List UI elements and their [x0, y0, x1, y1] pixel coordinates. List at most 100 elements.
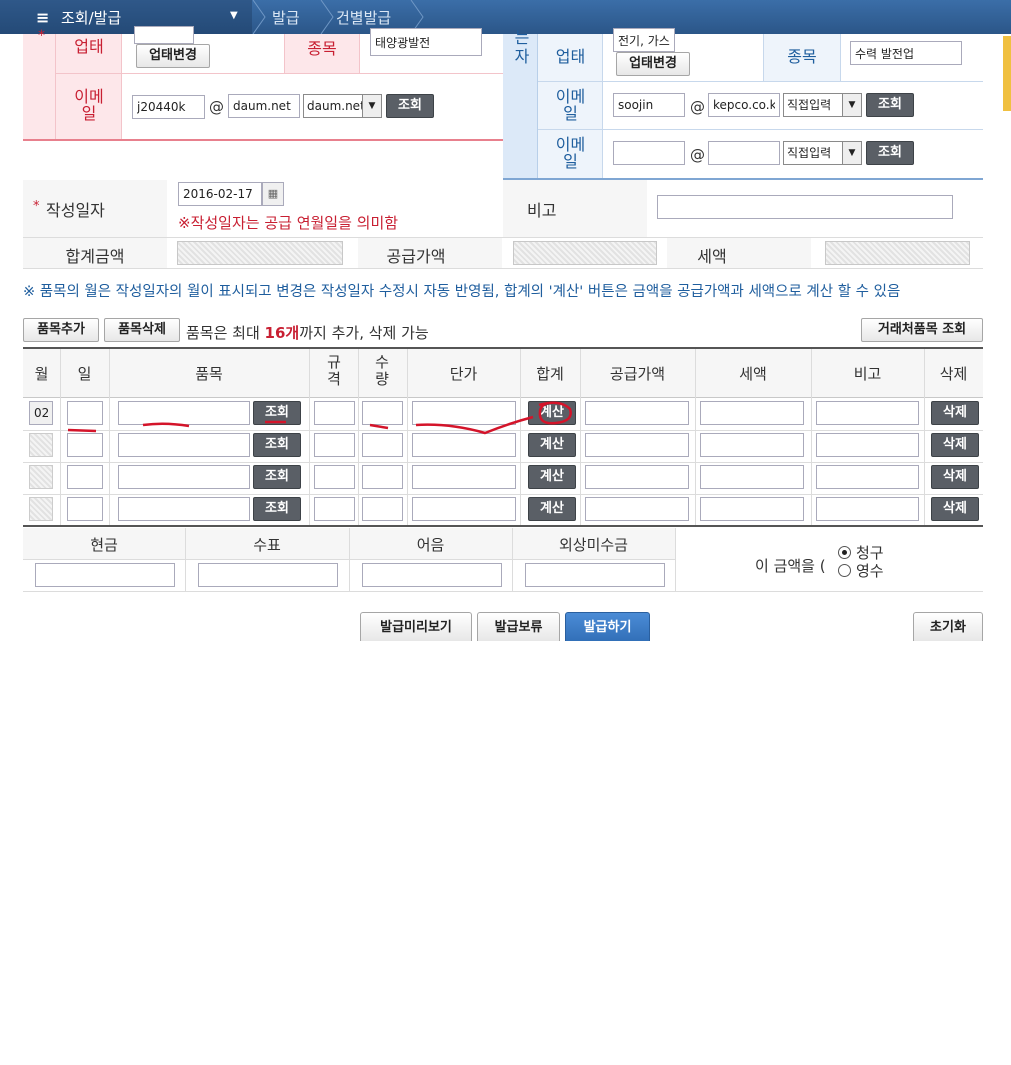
issue-preview-button[interactable]: 발급미리보기	[360, 612, 472, 641]
item-limit-suffix: 까지 추가, 삭제 가능	[299, 324, 429, 342]
row-item-lookup-button[interactable]: 조회	[253, 401, 301, 425]
receiver-business-type-field[interactable]	[613, 28, 675, 52]
row-item-field[interactable]	[118, 497, 250, 521]
row-supply-field[interactable]	[585, 433, 689, 457]
row-day-field[interactable]	[67, 465, 103, 489]
calendar-icon[interactable]: ▦	[262, 182, 284, 206]
row-item-field[interactable]	[118, 465, 250, 489]
row-item-field[interactable]	[118, 401, 250, 425]
supplier-side-mark: *	[38, 28, 45, 44]
row-month-hatched	[29, 433, 53, 457]
supplier-bottom-border	[23, 139, 503, 141]
payment-cash-field[interactable]	[35, 563, 175, 587]
supplier-email-domain-select[interactable]: daum.net ▼	[303, 94, 382, 118]
table-row: 조회 계산 삭제	[23, 462, 983, 494]
row-unit-price-field[interactable]	[412, 433, 516, 457]
tax-amount-label: 세액	[697, 247, 727, 266]
item-limit-count: 16개	[264, 324, 300, 342]
row-tax-field[interactable]	[700, 497, 804, 521]
write-date-field[interactable]	[178, 182, 262, 206]
row-item-field[interactable]	[118, 433, 250, 457]
receiver-email2-domain-field[interactable]	[708, 141, 780, 165]
row-tax-field[interactable]	[700, 401, 804, 425]
scroll-indicator	[1003, 36, 1011, 111]
row-item-lookup-button[interactable]: 조회	[253, 433, 301, 457]
delete-item-button[interactable]: 품목삭제	[104, 318, 180, 342]
row-unit-price-field[interactable]	[412, 401, 516, 425]
supplier-email-domain-field[interactable]	[228, 94, 300, 118]
receiver-email1-id-field[interactable]	[613, 93, 685, 117]
receiver-email1-lookup-button[interactable]: 조회	[866, 93, 914, 117]
payment-col-divider	[675, 528, 676, 591]
row-month-field[interactable]	[29, 401, 53, 425]
row-qty-field[interactable]	[362, 465, 403, 489]
row-remarks-field[interactable]	[816, 497, 919, 521]
receipt-radio[interactable]	[838, 564, 851, 577]
row-day-field[interactable]	[67, 401, 103, 425]
row-delete-button[interactable]: 삭제	[931, 497, 979, 521]
row-supply-field[interactable]	[585, 465, 689, 489]
receiver-email1-select-value: 직접입력	[787, 98, 832, 112]
claim-radio[interactable]	[838, 546, 851, 559]
issue-button[interactable]: 발급하기	[565, 612, 650, 641]
supplier-at-sign: @	[209, 98, 224, 116]
col-header-qty: 수량	[375, 353, 389, 388]
row-delete-button[interactable]: 삭제	[931, 401, 979, 425]
row-item-lookup-button[interactable]: 조회	[253, 465, 301, 489]
supplier-email-lookup-button[interactable]: 조회	[386, 94, 434, 118]
row-spec-field[interactable]	[314, 433, 355, 457]
row-calc-button[interactable]: 계산	[528, 497, 576, 521]
row-tax-field[interactable]	[700, 433, 804, 457]
receiver-email2-id-field[interactable]	[613, 141, 685, 165]
row-unit-price-field[interactable]	[412, 465, 516, 489]
payment-note-field[interactable]	[362, 563, 502, 587]
payment-check-field[interactable]	[198, 563, 338, 587]
row-item-lookup-button[interactable]: 조회	[253, 497, 301, 521]
item-limit-text: 품목은 최대 16개까지 추가, 삭제 가능	[186, 322, 429, 343]
receiver-email2-select[interactable]: 직접입력 ▼	[783, 141, 862, 165]
row-calc-button[interactable]: 계산	[528, 401, 576, 425]
supplier-email-domain-select-value: daum.net	[307, 99, 365, 113]
row-remarks-field[interactable]	[816, 465, 919, 489]
row-spec-field[interactable]	[314, 401, 355, 425]
breadcrumb-issue[interactable]: 발급	[272, 7, 300, 28]
supplier-email-id-field[interactable]	[132, 95, 205, 119]
write-date-required-mark: *	[33, 199, 40, 214]
receiver-row-divider-1	[538, 81, 983, 82]
receiver-email1-domain-field[interactable]	[708, 93, 780, 117]
receiver-business-change-button[interactable]: 업태변경	[616, 52, 690, 76]
remarks-field[interactable]	[657, 195, 953, 219]
row-supply-field[interactable]	[585, 401, 689, 425]
partner-item-lookup-button[interactable]: 거래처품목 조회	[861, 318, 983, 342]
table-row: 조회 계산 삭제	[23, 494, 983, 526]
row-remarks-field[interactable]	[816, 433, 919, 457]
payment-credit-field[interactable]	[525, 563, 665, 587]
row-supply-field[interactable]	[585, 497, 689, 521]
row-unit-price-field[interactable]	[412, 497, 516, 521]
row-qty-field[interactable]	[362, 497, 403, 521]
supply-amount-field	[513, 241, 657, 265]
row-day-field[interactable]	[67, 497, 103, 521]
receiver-item-field[interactable]	[850, 41, 962, 65]
row-delete-button[interactable]: 삭제	[931, 465, 979, 489]
row-spec-field[interactable]	[314, 497, 355, 521]
row-tax-field[interactable]	[700, 465, 804, 489]
table-row: 조회 계산 삭제	[23, 398, 983, 430]
receiver-email2-lookup-button[interactable]: 조회	[866, 141, 914, 165]
row-spec-field[interactable]	[314, 465, 355, 489]
supplier-business-change-button[interactable]: 업태변경	[136, 44, 210, 68]
issue-hold-button[interactable]: 발급보류	[477, 612, 560, 641]
row-qty-field[interactable]	[362, 433, 403, 457]
reset-button[interactable]: 초기화	[913, 612, 983, 641]
row-delete-button[interactable]: 삭제	[931, 433, 979, 457]
add-item-button[interactable]: 품목추가	[23, 318, 99, 342]
row-calc-button[interactable]: 계산	[528, 465, 576, 489]
row-day-field[interactable]	[67, 433, 103, 457]
row-qty-field[interactable]	[362, 401, 403, 425]
supplier-item-field[interactable]	[370, 28, 482, 56]
breadcrumb-single-issue[interactable]: 건별발급	[336, 7, 391, 28]
row-remarks-field[interactable]	[816, 401, 919, 425]
supplier-business-type-field[interactable]	[134, 26, 194, 44]
receiver-email1-select[interactable]: 직접입력 ▼	[783, 93, 862, 117]
row-calc-button[interactable]: 계산	[528, 433, 576, 457]
